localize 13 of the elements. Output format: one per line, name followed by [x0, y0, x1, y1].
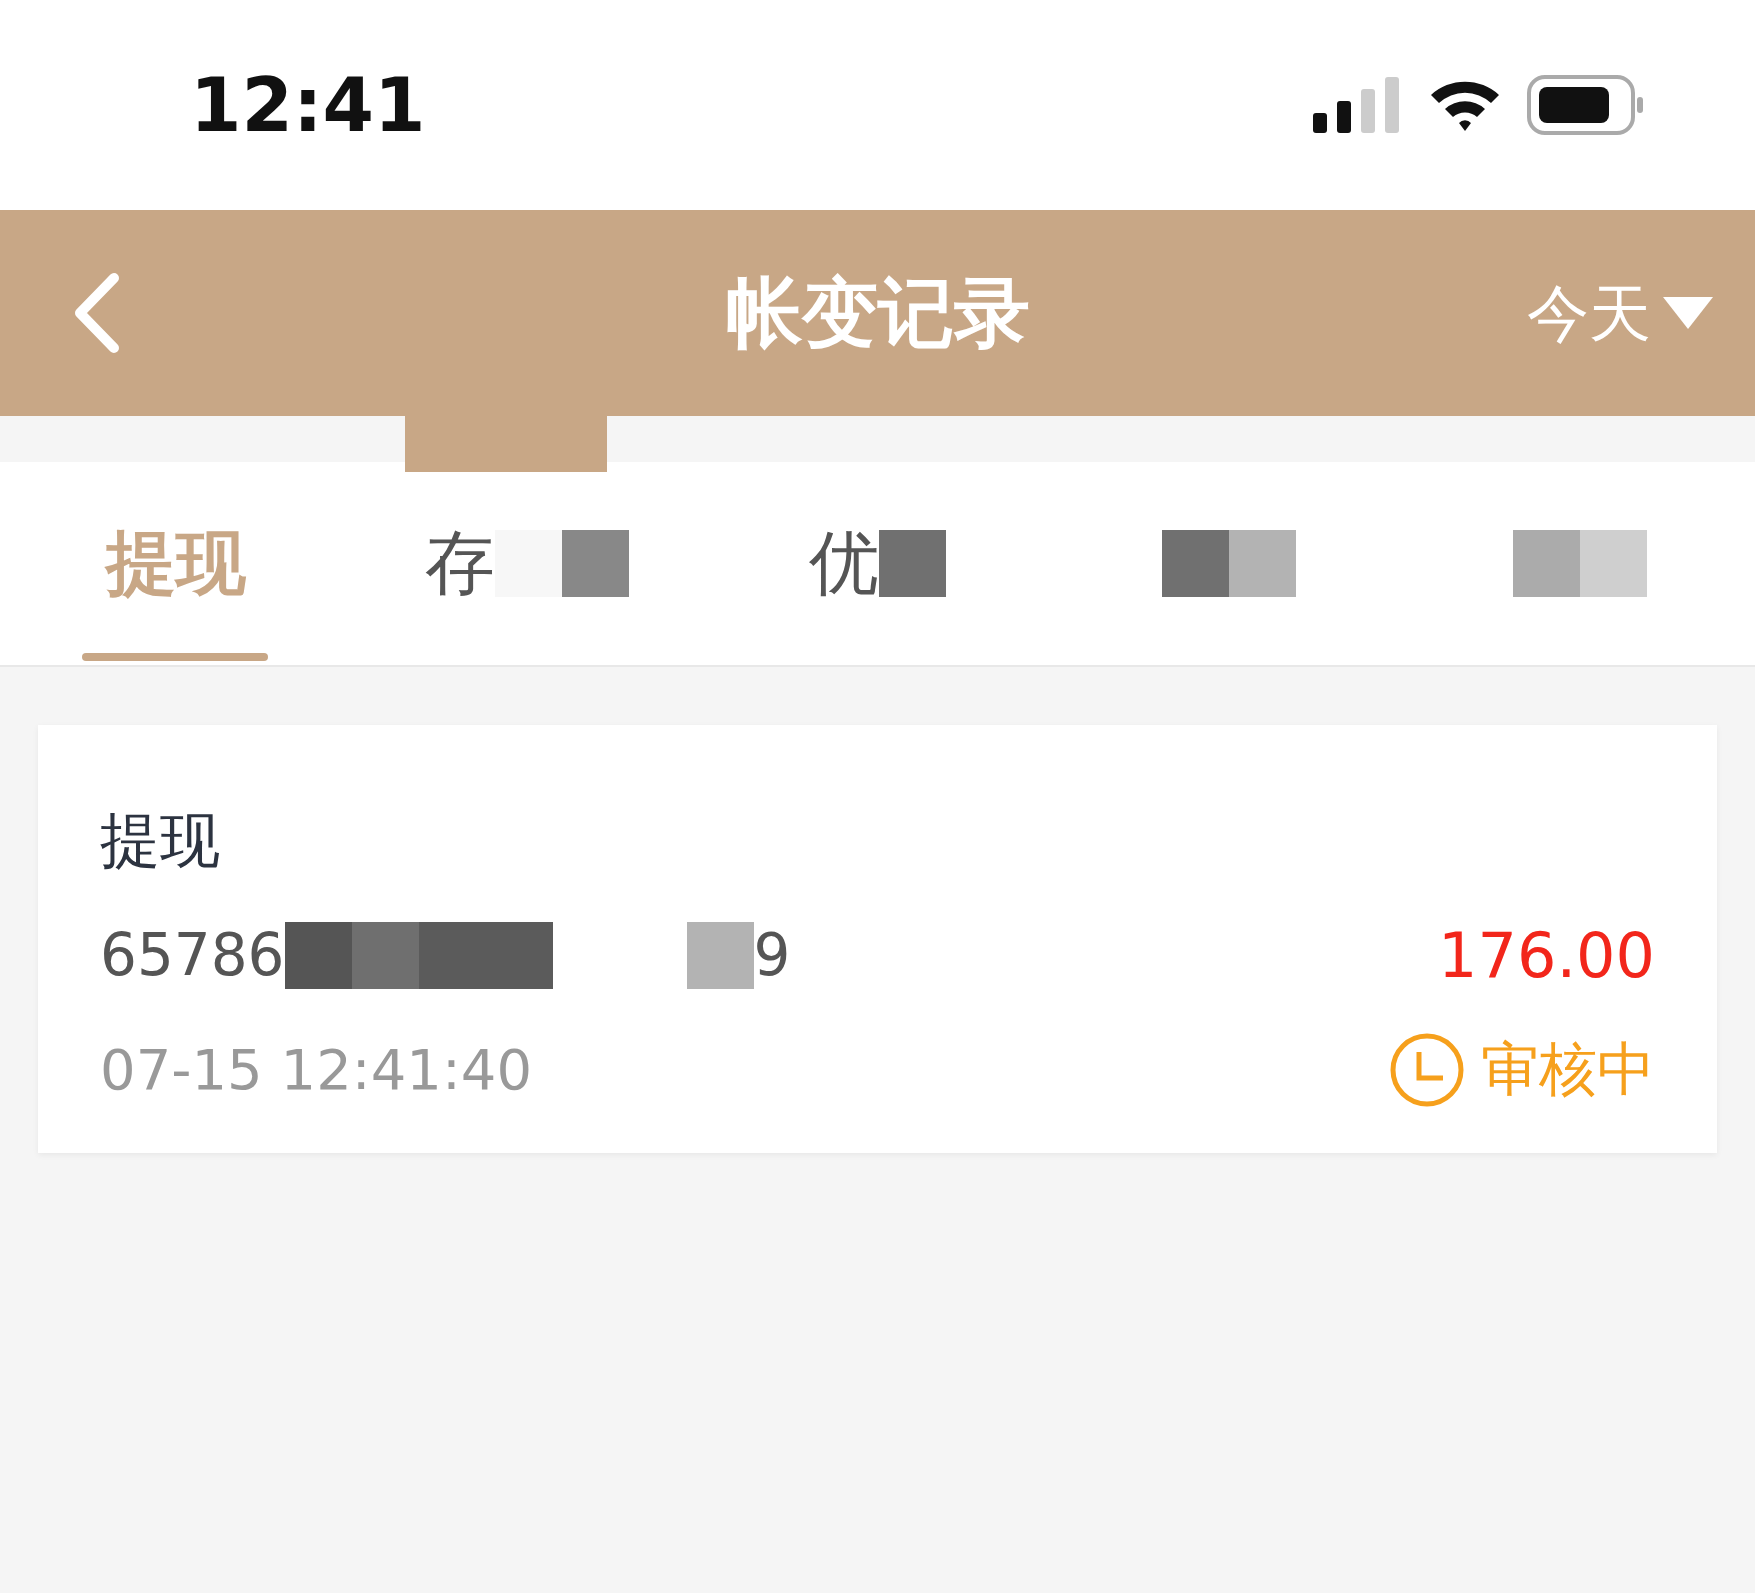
status-time: 12:41 — [190, 60, 426, 150]
battery-icon — [1527, 75, 1645, 135]
tab[interactable]: 优 — [702, 462, 1053, 665]
record-type: 提现 — [100, 804, 221, 877]
order-number: 9 — [753, 920, 791, 991]
order-number: 65786 — [100, 920, 285, 991]
amount: 176.00 — [1438, 918, 1655, 994]
tab[interactable]: 存 — [351, 462, 702, 665]
caret-icon — [1661, 295, 1715, 331]
record-time: 07-15 12:41:40 — [100, 1035, 533, 1104]
page-title: 帐变记录 — [725, 267, 1030, 359]
clock-icon — [1389, 1031, 1465, 1108]
status-label: 审核中 — [1481, 1034, 1655, 1105]
